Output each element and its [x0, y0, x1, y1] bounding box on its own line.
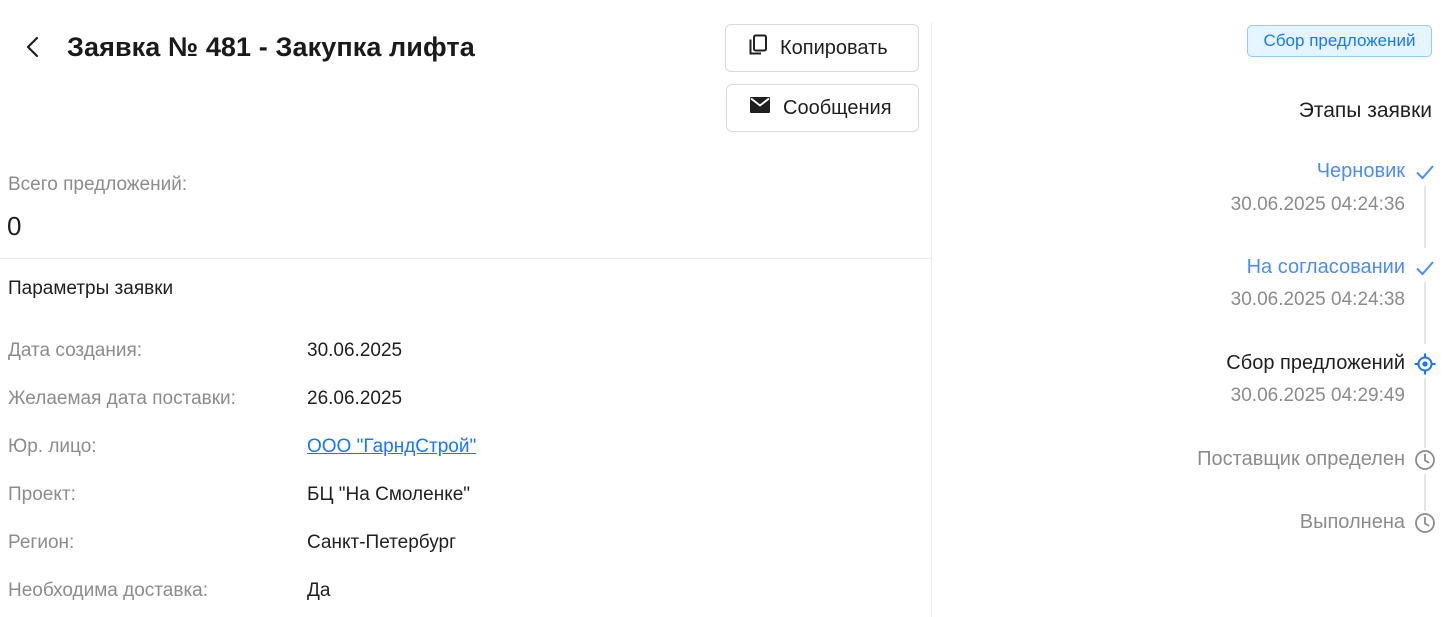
stage-completed-name: Выполнена — [1299, 511, 1405, 533]
param-label: Юр. лицо: — [8, 436, 97, 457]
param-label: Дата создания: — [8, 340, 143, 361]
status-badge: Сбор предложений — [1247, 25, 1432, 57]
param-label: Необходима доставка: — [8, 580, 209, 601]
target-icon — [1413, 352, 1437, 376]
stage-connector — [1424, 378, 1426, 448]
column-divider — [931, 22, 932, 617]
back-button[interactable] — [18, 34, 48, 64]
copy-icon — [748, 34, 780, 62]
total-offers-label: Всего предложений: — [8, 174, 188, 195]
stages-title: Этапы заявки — [1298, 99, 1432, 122]
stage-connector — [1424, 186, 1426, 248]
messages-button-label: Сообщения — [783, 96, 892, 119]
section-divider — [0, 258, 931, 259]
page-title: Заявка № 481 - Закупка лифта — [67, 32, 475, 62]
check-icon — [1413, 160, 1437, 184]
chevron-left-icon — [24, 36, 42, 63]
stage-connector — [1424, 282, 1426, 344]
legal-entity-link[interactable]: ООО "ГарндСтрой" — [307, 436, 476, 458]
total-offers-value: 0 — [7, 211, 22, 241]
param-value: БЦ "На Смоленке" — [307, 484, 471, 505]
clock-icon — [1413, 448, 1437, 472]
param-value: Да — [307, 580, 331, 601]
check-icon — [1413, 256, 1437, 280]
param-value: 30.06.2025 — [307, 340, 403, 361]
copy-button[interactable]: Копировать — [725, 24, 919, 72]
param-row-delivery-required: Необходима доставка: Да — [0, 580, 930, 608]
stage-connector — [1424, 474, 1426, 512]
param-row-delivery-date: Желаемая дата поставки: 26.06.2025 — [0, 388, 930, 416]
params-section-title: Параметры заявки — [8, 278, 174, 299]
stage-offers-date: 30.06.2025 04:29:49 — [1230, 385, 1405, 406]
param-label: Проект: — [8, 484, 76, 505]
stage-supplier-name: Поставщик определен — [1197, 448, 1405, 470]
stage-offers-name: Сбор предложений — [1226, 352, 1405, 374]
param-row-created: Дата создания: 30.06.2025 — [0, 340, 930, 368]
param-value: Санкт-Петербург — [307, 532, 457, 553]
param-value: 26.06.2025 — [307, 388, 403, 409]
messages-button[interactable]: Сообщения — [726, 84, 919, 132]
stage-approval-date: 30.06.2025 04:24:38 — [1230, 289, 1405, 310]
copy-button-label: Копировать — [780, 36, 888, 59]
stage-draft-name: Черновик — [1316, 160, 1405, 182]
param-row-region: Регион: Санкт-Петербург — [0, 532, 930, 560]
param-row-legal-entity: Юр. лицо: ООО "ГарндСтрой" — [0, 436, 930, 464]
param-label: Регион: — [8, 532, 75, 553]
param-row-project: Проект: БЦ "На Смоленке" — [0, 484, 930, 512]
mail-icon — [749, 96, 783, 120]
stage-draft-date: 30.06.2025 04:24:36 — [1230, 194, 1405, 215]
param-label: Желаемая дата поставки: — [8, 388, 236, 409]
request-details-panel: Заявка № 481 - Закупка лифта Копировать … — [0, 0, 932, 617]
clock-icon — [1413, 511, 1437, 535]
stage-approval-name: На согласовании — [1246, 256, 1405, 278]
